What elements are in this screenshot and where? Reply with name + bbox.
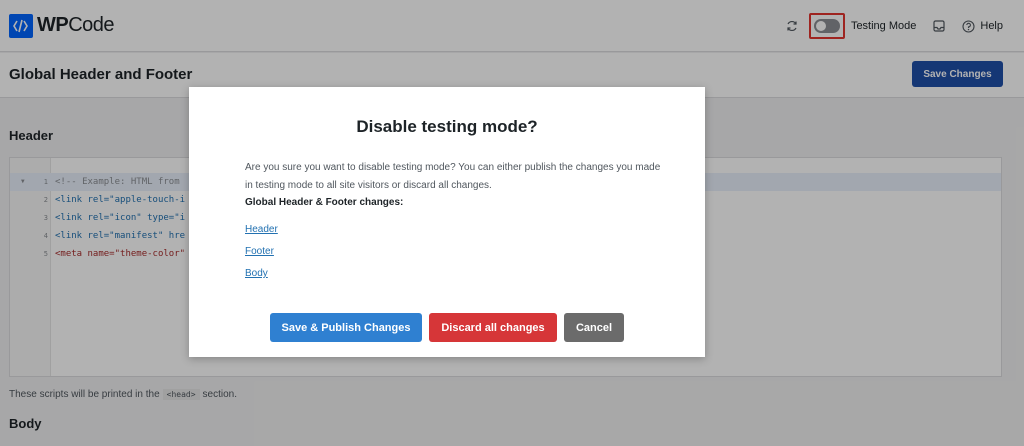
discard-changes-button[interactable]: Discard all changes	[429, 313, 557, 342]
dialog-description: Are you sure you want to disable testing…	[245, 162, 661, 191]
footer-changes-link[interactable]: Footer	[245, 246, 274, 257]
body-changes-link[interactable]: Body	[245, 268, 268, 279]
save-publish-button[interactable]: Save & Publish Changes	[270, 313, 422, 342]
header-changes-link[interactable]: Header	[245, 224, 278, 235]
disable-testing-mode-dialog: Disable testing mode? Are you sure you w…	[189, 87, 705, 357]
dialog-subheading: Global Header & Footer changes:	[245, 197, 404, 208]
cancel-button[interactable]: Cancel	[564, 313, 624, 342]
dialog-title: Disable testing mode?	[356, 117, 538, 136]
